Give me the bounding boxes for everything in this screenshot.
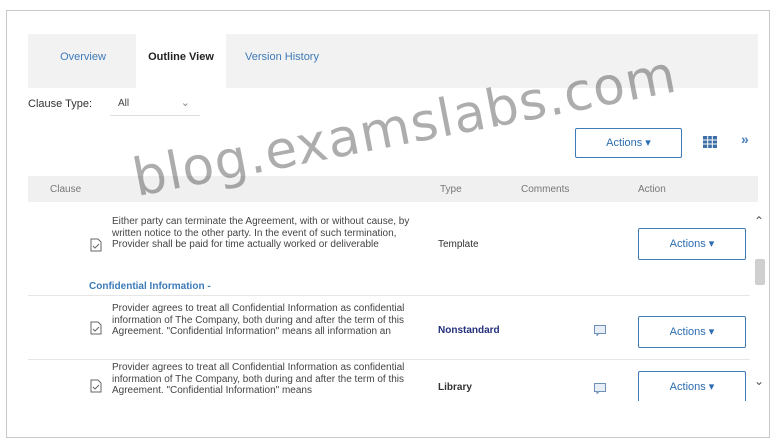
row-actions-button[interactable]: Actions ▾ xyxy=(638,316,746,348)
column-header-type[interactable]: Type xyxy=(440,184,462,195)
clause-text: Provider agrees to treat all Confidentia… xyxy=(112,362,405,396)
clause-type: Library xyxy=(438,382,472,393)
table-row: Either party can terminate the Agreement… xyxy=(28,214,750,274)
document-icon xyxy=(90,238,102,252)
row-actions-button[interactable]: Actions ▾ xyxy=(638,228,746,260)
column-header-clause[interactable]: Clause xyxy=(50,184,81,195)
clause-type-label: Clause Type: xyxy=(28,98,93,110)
tab-version-history[interactable]: Version History xyxy=(234,34,330,88)
grid-icon[interactable] xyxy=(703,136,717,148)
scroll-up-icon[interactable]: ⌃ xyxy=(754,214,764,228)
document-icon xyxy=(90,321,102,335)
row-actions-button[interactable]: Actions ▾ xyxy=(638,371,746,401)
scrollbar-thumb[interactable] xyxy=(755,259,765,285)
comment-icon[interactable] xyxy=(594,325,606,336)
clause-type-select[interactable]: All ⌄ xyxy=(110,92,200,116)
tab-outline-view[interactable]: Outline View xyxy=(136,34,226,88)
actions-menu-button[interactable]: Actions ▾ xyxy=(575,128,682,158)
section-heading[interactable]: Confidential Information - xyxy=(89,281,211,292)
clause-type-value: All xyxy=(118,98,130,109)
divider xyxy=(28,295,750,296)
tab-overview[interactable]: Overview xyxy=(40,34,126,88)
scroll-down-icon[interactable]: ⌄ xyxy=(754,374,764,388)
table-row: Provider agrees to treat all Confidentia… xyxy=(28,361,750,401)
column-header-comments[interactable]: Comments xyxy=(521,184,569,195)
table-header: Clause Type Comments Action xyxy=(28,176,758,202)
document-icon xyxy=(90,379,102,393)
table-row: Provider agrees to treat all Confidentia… xyxy=(28,303,750,359)
column-header-action: Action xyxy=(638,184,666,195)
chevron-down-icon: ⌄ xyxy=(180,97,190,109)
double-chevron-down-icon[interactable]: » xyxy=(741,131,749,147)
clause-text: Provider agrees to treat all Confidentia… xyxy=(112,303,405,337)
divider xyxy=(28,359,750,360)
comment-icon[interactable] xyxy=(594,383,606,394)
clause-text: Either party can terminate the Agreement… xyxy=(112,216,410,250)
tab-bar: Overview Outline View Version History xyxy=(28,34,758,88)
clause-type: Nonstandard xyxy=(438,325,500,336)
clause-type: Template xyxy=(438,239,479,250)
